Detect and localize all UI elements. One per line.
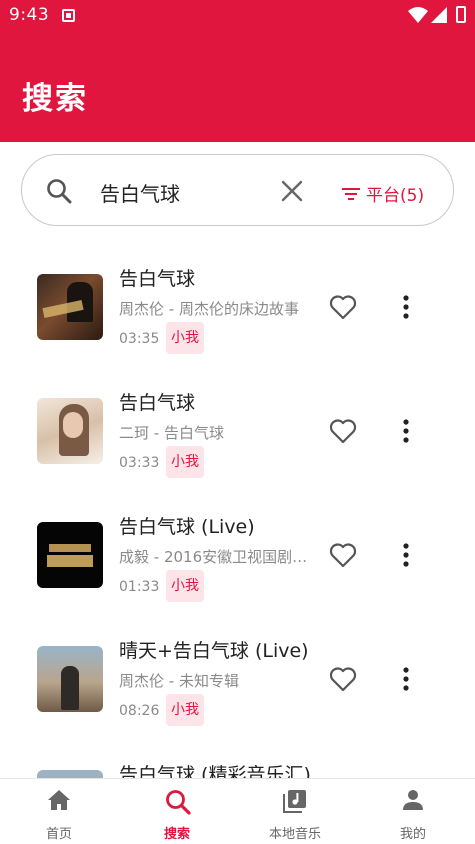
source-tag: 小我	[166, 570, 204, 602]
song-title: 告白气球 (精彩音乐汇)	[119, 764, 311, 778]
album-cover	[37, 274, 103, 340]
home-icon	[48, 790, 70, 810]
song-title: 告白气球 (Live)	[119, 516, 255, 538]
source-tag: 小我	[166, 322, 204, 354]
search-icon	[166, 790, 191, 815]
more-options-icon[interactable]	[398, 418, 414, 444]
tab-label: 首页	[45, 827, 72, 842]
heart-icon[interactable]	[329, 418, 357, 444]
song-title: 告白气球	[119, 392, 196, 414]
song-title: 晴天+告白气球 (Live)	[119, 640, 309, 662]
tab-mine[interactable]: 我的	[354, 779, 472, 844]
status-bar: 9:43	[0, 0, 475, 32]
signal-icon	[431, 7, 447, 23]
song-artist-album: 周杰伦 - 未知专辑	[119, 672, 239, 690]
song-artist-album: 二珂 - 告白气球	[119, 424, 224, 442]
tab-label: 我的	[399, 827, 426, 842]
song-artist-album: 成毅 - 2016安徽卫视国剧盛典	[119, 548, 311, 566]
heart-icon[interactable]	[329, 666, 357, 692]
source-tag: 小我	[166, 446, 204, 478]
search-content[interactable]: 告白气球 平台(5) 告白气球 周杰伦 - 周杰伦的床边故事 03:35 小我	[0, 142, 475, 778]
album-cover	[37, 522, 103, 588]
tab-search[interactable]: 搜索	[118, 779, 236, 844]
song-title: 告白气球	[119, 268, 196, 290]
song-duration: 03:35	[119, 331, 160, 347]
tab-home[interactable]: 首页	[0, 779, 118, 844]
notification-icon	[62, 9, 75, 22]
heart-icon[interactable]	[329, 294, 357, 320]
page-title: 搜索	[22, 81, 88, 117]
tab-label: 本地音乐	[268, 827, 321, 842]
wifi-icon	[408, 7, 428, 23]
more-options-icon[interactable]	[398, 542, 414, 568]
source-tag: 小我	[166, 694, 204, 726]
album-cover	[37, 646, 103, 712]
tab-local-music[interactable]: 本地音乐	[236, 779, 354, 844]
person-icon	[403, 790, 423, 810]
song-duration: 08:26	[119, 703, 160, 719]
status-time: 9:43	[9, 5, 50, 25]
more-options-icon[interactable]	[398, 294, 414, 320]
bottom-navigation: 首页 搜索 本地音乐 我的	[0, 778, 475, 844]
song-duration: 03:33	[119, 455, 160, 471]
app-bar: 9:43 搜索	[0, 0, 475, 142]
song-duration: 01:33	[119, 579, 160, 595]
battery-icon	[456, 6, 466, 23]
heart-icon[interactable]	[329, 542, 357, 568]
tab-label: 搜索	[163, 827, 190, 842]
music-library-icon	[283, 790, 306, 813]
more-options-icon[interactable]	[398, 666, 414, 692]
album-cover	[37, 398, 103, 464]
album-cover	[37, 770, 103, 778]
song-artist-album: 周杰伦 - 周杰伦的床边故事	[119, 300, 299, 318]
